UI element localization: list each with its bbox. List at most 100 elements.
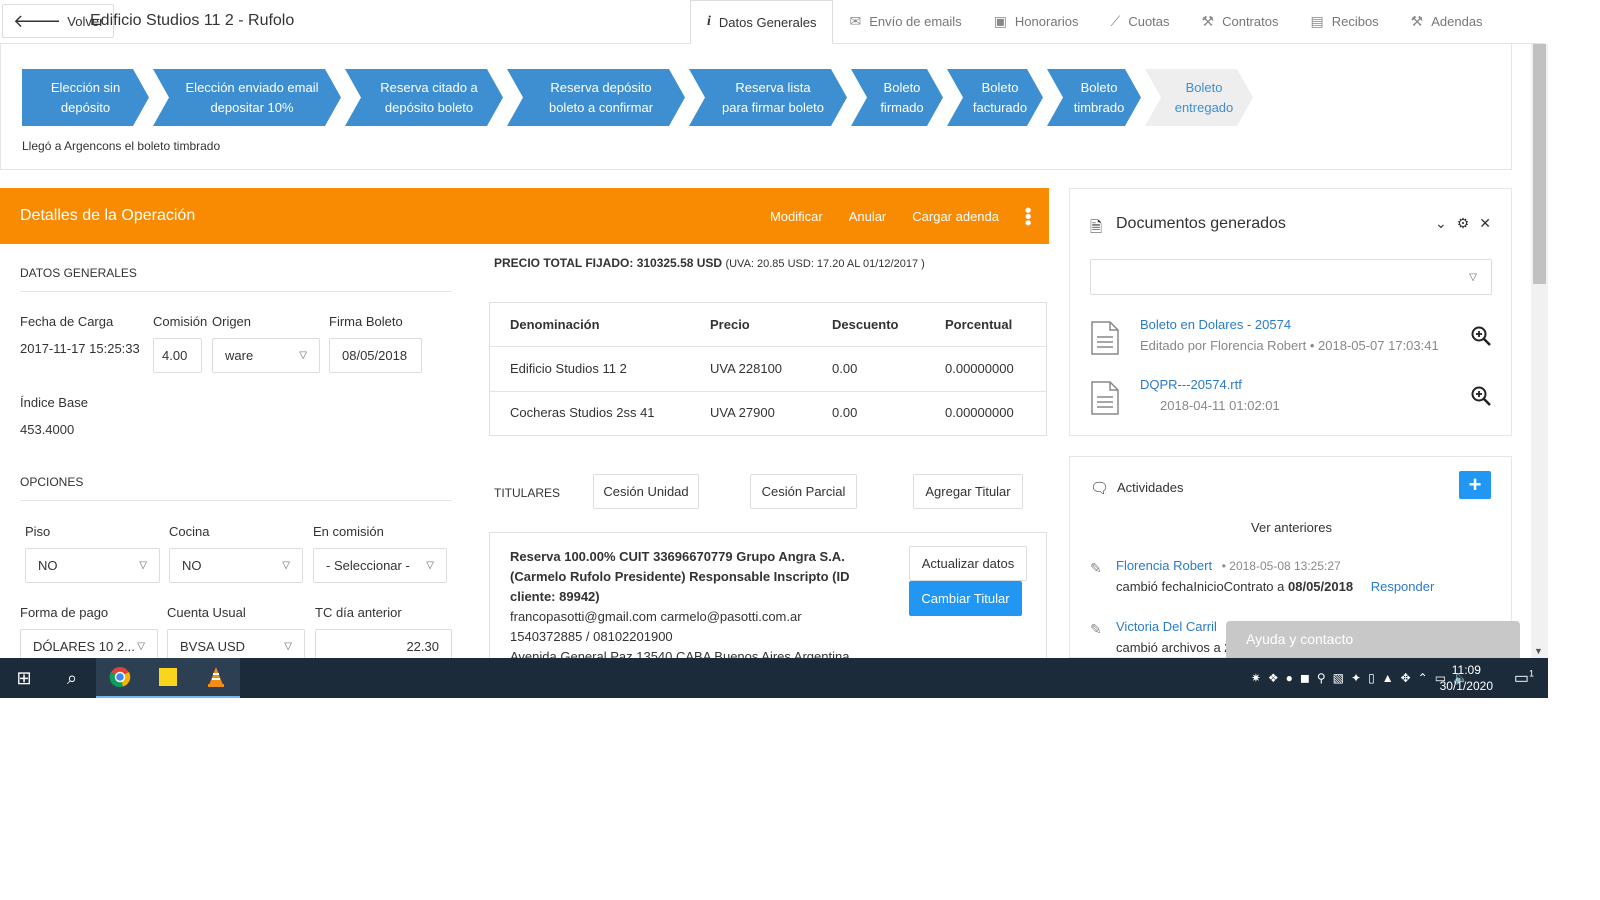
tab-honorarios[interactable]: ▣ Honorarios	[978, 0, 1095, 43]
scroll-down-arrow-icon[interactable]: ▼	[1534, 646, 1543, 656]
general-section-title: DATOS GENERALES	[20, 266, 137, 280]
step-eleccion-enviado-email[interactable]: Elección enviado email depositar 10%	[153, 69, 341, 126]
activity-text-prefix: cambió fechaInicioContrato a	[1116, 579, 1285, 594]
in-commission-select[interactable]: - Seleccionar - ▽	[313, 548, 447, 583]
floor-select[interactable]: NO ▽	[25, 548, 160, 583]
modify-button[interactable]: Modificar	[770, 209, 823, 224]
comments-icon: 🗨	[1090, 480, 1110, 497]
notifications-icon[interactable]: ▭1	[1514, 668, 1534, 688]
update-data-button[interactable]: Actualizar datos	[909, 546, 1027, 581]
usb-icon[interactable]: ▯	[1368, 671, 1375, 685]
divider	[20, 500, 452, 501]
tab-cuotas[interactable]: ⟋ Cuotas	[1095, 0, 1186, 43]
load-addendum-button[interactable]: Cargar adenda	[912, 209, 999, 224]
signing-date-input[interactable]: 08/05/2018	[329, 338, 422, 373]
chrome-icon[interactable]	[96, 658, 144, 698]
tab-adendas[interactable]: ⚒ Adendas	[1395, 0, 1499, 43]
plus-icon: +	[1468, 472, 1482, 497]
document-stack-icon: 🗎	[1090, 219, 1103, 236]
sticky-notes-icon[interactable]	[144, 658, 192, 698]
step-boleto-entregado[interactable]: Boleto entregado	[1145, 69, 1253, 126]
commission-input[interactable]: 4.00	[153, 338, 202, 373]
signing-label: Firma Boleto	[329, 314, 403, 329]
tab-envio-emails[interactable]: ✉ Envío de emails	[833, 0, 977, 43]
operation-actions: Modificar Anular Cargar adenda •••	[770, 188, 1038, 244]
step-boleto-firmado[interactable]: Boleto firmado	[851, 69, 943, 126]
activity-user[interactable]: Florencia Robert • 2018-05-08 13:25:27	[1116, 558, 1341, 573]
tray-app-icon[interactable]: ✷	[1251, 671, 1261, 685]
tray-app-icon[interactable]: ⚲	[1317, 671, 1326, 685]
activity-user[interactable]: Victoria Del Carril	[1116, 619, 1217, 634]
tc-input[interactable]: 22.30	[315, 629, 452, 658]
payment-select[interactable]: DÓLARES 10 2... ▽	[20, 629, 158, 658]
receipt-icon: ▤	[1310, 13, 1324, 29]
taskbar: ⊞ ⌕ ✷ ❖ ● ◼ ⚲ ▧ ✦ ▯ ▲ ✥ ⌃ ▭ 🔈 11:09 30/1…	[0, 658, 1548, 698]
system-tray: ✷ ❖ ● ◼ ⚲ ▧ ✦ ▯ ▲ ✥ ⌃ ▭ 🔈	[1251, 658, 1468, 698]
chevron-down-icon[interactable]: ⌄	[1435, 215, 1447, 232]
page-title: Edificio Studios 11 2 - Rufolo	[90, 12, 295, 29]
file-icon	[1091, 321, 1119, 355]
vlc-tray-icon[interactable]: ▲	[1382, 671, 1394, 685]
document-date: 2018-05-07 17:03:41	[1318, 338, 1439, 353]
reply-link[interactable]: Responder	[1371, 579, 1435, 594]
tab-datos-generales[interactable]: i Datos Generales	[690, 0, 834, 44]
zoom-in-icon[interactable]	[1470, 385, 1492, 407]
step-boleto-timbrado[interactable]: Boleto timbrado	[1047, 69, 1141, 126]
step-reserva-lista[interactable]: Reserva lista para firmar boleto	[689, 69, 847, 126]
chevron-down-icon: ▽	[137, 641, 145, 652]
cession-partial-button[interactable]: Cesión Parcial	[750, 474, 857, 509]
cession-unit-button[interactable]: Cesión Unidad	[593, 474, 699, 509]
dropbox-icon[interactable]: ❖	[1268, 671, 1279, 685]
account-select[interactable]: BVSA USD ▽	[167, 629, 305, 658]
tray-app-icon[interactable]: ◼	[1300, 671, 1310, 685]
add-holder-button[interactable]: Agregar Titular	[913, 474, 1023, 509]
gear-icon[interactable]: ⚙	[1457, 215, 1470, 232]
pdf-icon[interactable]: ▧	[1333, 671, 1344, 685]
more-options-icon[interactable]: •••	[1018, 207, 1038, 226]
document-link[interactable]: Boleto en Dolares - 20574	[1140, 317, 1291, 332]
chevron-up-icon[interactable]: ⌃	[1418, 671, 1428, 685]
step-label: Elección sin depósito	[50, 79, 121, 115]
gavel-icon: ⚒	[1410, 13, 1424, 29]
step-boleto-facturado[interactable]: Boleto facturado	[947, 69, 1043, 126]
app-window: 🡐 Volver Edificio Studios 11 2 - Rufolo …	[0, 0, 1600, 900]
kitchen-label: Cocina	[169, 524, 210, 539]
tray-app-icon[interactable]: ✦	[1351, 671, 1361, 685]
commission-label: Comisión	[153, 314, 208, 329]
scrollbar-thumb[interactable]	[1533, 44, 1546, 284]
chrome-logo	[109, 667, 131, 688]
kitchen-select[interactable]: NO ▽	[169, 548, 303, 583]
activity-text-prefix: cambió archivos a	[1116, 640, 1221, 655]
info-icon: i	[707, 14, 711, 29]
step-reserva-citado[interactable]: Reserva citado a depósito boleto	[345, 69, 503, 126]
tab-contratos[interactable]: ⚒ Contratos	[1186, 0, 1295, 43]
origin-value: ware	[225, 348, 254, 363]
tray-app-icon[interactable]: ✥	[1401, 671, 1411, 685]
activity-text-value: 08/05/2018	[1288, 579, 1354, 594]
step-eleccion-sin-deposito[interactable]: Elección sin depósito	[22, 69, 149, 126]
page-scrollbar[interactable]: ▼	[1531, 44, 1548, 658]
add-activity-button[interactable]: +	[1459, 471, 1491, 499]
pencil-icon: ✎	[1090, 560, 1102, 576]
change-holder-button[interactable]: Cambiar Titular	[909, 581, 1022, 616]
origin-select[interactable]: ware ▽	[212, 338, 320, 373]
help-contact-button[interactable]: Ayuda y contacto	[1226, 621, 1520, 659]
floor-value: NO	[38, 558, 58, 573]
tray-app-icon[interactable]: ●	[1286, 671, 1293, 685]
zoom-in-icon[interactable]	[1470, 325, 1492, 347]
see-previous-link[interactable]: Ver anteriores	[1070, 520, 1511, 535]
documents-select[interactable]: ▽	[1090, 259, 1492, 295]
search-icon[interactable]: ⌕	[48, 658, 96, 698]
header-precio: Precio	[710, 317, 750, 332]
origin-label: Origen	[212, 314, 252, 329]
total-price-detail: (UVA: 20.85 USD: 17.20 AL 01/12/2017 )	[725, 258, 925, 270]
taskbar-clock[interactable]: 11:09 30/1/2020	[1440, 662, 1493, 694]
close-icon[interactable]: ✕	[1479, 215, 1491, 232]
windows-start-icon[interactable]: ⊞	[0, 658, 48, 698]
row-divider	[490, 346, 1046, 347]
tab-recibos[interactable]: ▤ Recibos	[1294, 0, 1394, 43]
step-reserva-deposito[interactable]: Reserva depósito boleto a confirmar	[507, 69, 685, 126]
cancel-button[interactable]: Anular	[849, 209, 887, 224]
vlc-icon[interactable]	[192, 658, 240, 698]
document-link[interactable]: DQPR---20574.rtf	[1140, 377, 1242, 392]
